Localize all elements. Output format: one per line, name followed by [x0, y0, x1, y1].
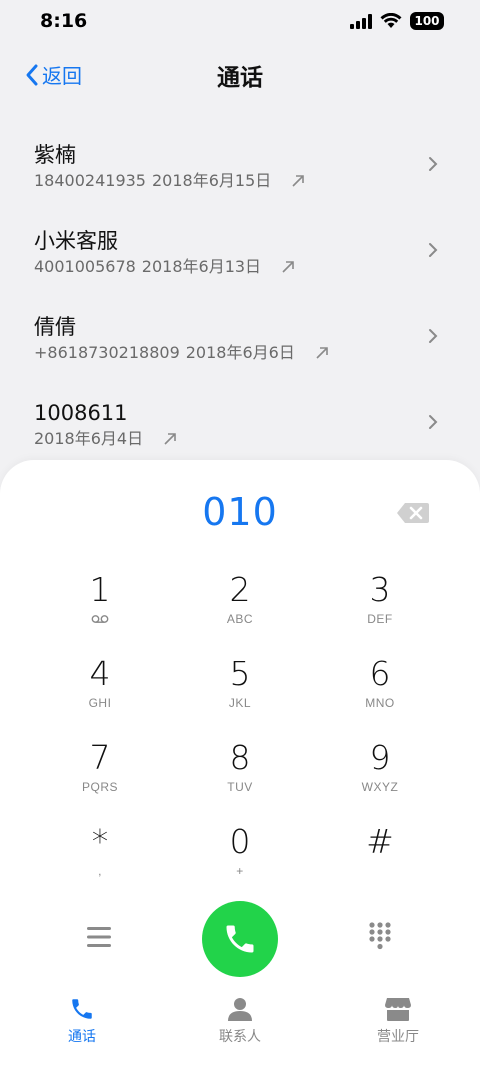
key-6[interactable]: 6 MNO: [310, 654, 450, 738]
phone-icon: [72, 999, 92, 1019]
back-label: 返回: [42, 64, 82, 88]
call-date: 2018年6月13日: [141, 257, 262, 276]
chevron-right-icon: [429, 329, 438, 343]
call-date: 2018年6月15日: [151, 171, 272, 190]
key-digit: 6: [369, 654, 391, 693]
key-1[interactable]: 1: [30, 570, 170, 654]
key-letters: TUV: [227, 780, 253, 794]
outgoing-call-icon: [281, 260, 295, 274]
key-digit: 3: [369, 570, 391, 609]
key-letters: DEF: [367, 612, 393, 626]
call-log-item[interactable]: 紫楠 18400241935 2018年6月15日: [0, 126, 480, 212]
tab-calls[interactable]: 通话: [22, 996, 142, 1046]
tab-label: 通话: [68, 1029, 96, 1045]
key-digit: 5: [229, 654, 251, 693]
tab-label: 营业厅: [377, 1029, 419, 1045]
status-bar: 8:16 100: [0, 0, 480, 44]
outgoing-call-icon: [291, 174, 305, 188]
dial-actions: [0, 901, 480, 977]
key-letters: MNO: [365, 696, 395, 710]
outgoing-call-icon: [163, 432, 177, 446]
tab-label: 联系人: [219, 1029, 261, 1045]
chevron-left-icon: [26, 64, 38, 85]
menu-button[interactable]: [87, 926, 111, 952]
phone-number: +8618730218809: [34, 343, 180, 362]
key-digit: 8: [229, 738, 251, 777]
phone-number: 4001005678: [34, 257, 136, 276]
call-log-item[interactable]: 倩倩 +8618730218809 2018年6月6日: [0, 298, 480, 384]
wifi-icon: [380, 13, 402, 28]
call-log-list: 紫楠 18400241935 2018年6月15日 小米客服 400100567…: [0, 126, 480, 470]
key-3[interactable]: 3 DEF: [310, 570, 450, 654]
key-5[interactable]: 5 JKL: [170, 654, 310, 738]
key-0[interactable]: 0 +: [170, 822, 310, 906]
backspace-button[interactable]: [396, 502, 430, 528]
contact-name: 倩倩: [34, 315, 76, 339]
key-letters: JKL: [228, 696, 252, 710]
keypad: 1 2 ABC 3 DEF 4 GHI 5 JKL 6 MNO 7 PQRS 8…: [30, 570, 450, 906]
voicemail-icon: [91, 615, 109, 623]
key-digit: *: [91, 822, 109, 861]
keypad-toggle-button[interactable]: [368, 921, 392, 955]
key-digit: 9: [369, 738, 391, 777]
outgoing-call-icon: [315, 346, 329, 360]
contact-name: 1008611: [34, 401, 128, 425]
back-button[interactable]: 返回: [24, 60, 82, 89]
key-digit: 2: [229, 570, 251, 609]
key-4[interactable]: 4 GHI: [30, 654, 170, 738]
key-letters: ,: [98, 864, 102, 878]
header: 返回 通话: [0, 52, 480, 98]
key-letters: ABC: [226, 612, 254, 626]
call-log-item[interactable]: 1008611 2018年6月4日: [0, 384, 480, 470]
key-9[interactable]: 9 WXYZ: [310, 738, 450, 822]
key-letters: GHI: [88, 696, 112, 710]
key-digit: 7: [89, 738, 111, 777]
key-digit: 4: [89, 654, 111, 693]
bottom-tab-bar: 通话 联系人 营业厅: [0, 996, 480, 1056]
call-date: 2018年6月6日: [185, 343, 295, 362]
chevron-right-icon: [429, 415, 438, 429]
key-7[interactable]: 7 PQRS: [30, 738, 170, 822]
call-date: 2018年6月4日: [34, 429, 144, 448]
phone-icon: [226, 925, 254, 953]
key-2[interactable]: 2 ABC: [170, 570, 310, 654]
dialpad-sheet: 010 1 2 ABC 3 DEF 4 GHI 5 JKL 6 MNO 7 PQ…: [0, 460, 480, 1066]
key-letters: +: [236, 864, 244, 878]
store-icon: [385, 998, 411, 1021]
key-hash[interactable]: #: [310, 822, 450, 906]
key-digit: 0: [229, 822, 251, 861]
contact-name: 小米客服: [34, 229, 118, 253]
phone-number: 18400241935: [34, 171, 146, 190]
backspace-icon: [397, 503, 429, 523]
contact-name: 紫楠: [34, 143, 76, 167]
chevron-right-icon: [429, 243, 438, 257]
battery-indicator: 100: [410, 12, 444, 30]
call-log-item[interactable]: 小米客服 4001005678 2018年6月13日: [0, 212, 480, 298]
chevron-right-icon: [429, 157, 438, 171]
key-letters: PQRS: [81, 780, 118, 794]
key-8[interactable]: 8 TUV: [170, 738, 310, 822]
key-star[interactable]: * ,: [30, 822, 170, 906]
key-digit: 1: [89, 570, 111, 609]
menu-icon: [87, 927, 111, 947]
key-letters: WXYZ: [361, 780, 399, 794]
key-digit: #: [366, 822, 394, 861]
call-button[interactable]: [202, 901, 278, 977]
tab-store[interactable]: 营业厅: [338, 996, 458, 1046]
status-icons: 100: [350, 12, 444, 30]
person-icon: [228, 998, 252, 1021]
status-time: 8:16: [40, 10, 88, 32]
dialpad-icon: [369, 922, 391, 950]
cellular-signal-icon: [350, 13, 372, 29]
tab-contacts[interactable]: 联系人: [180, 996, 300, 1046]
